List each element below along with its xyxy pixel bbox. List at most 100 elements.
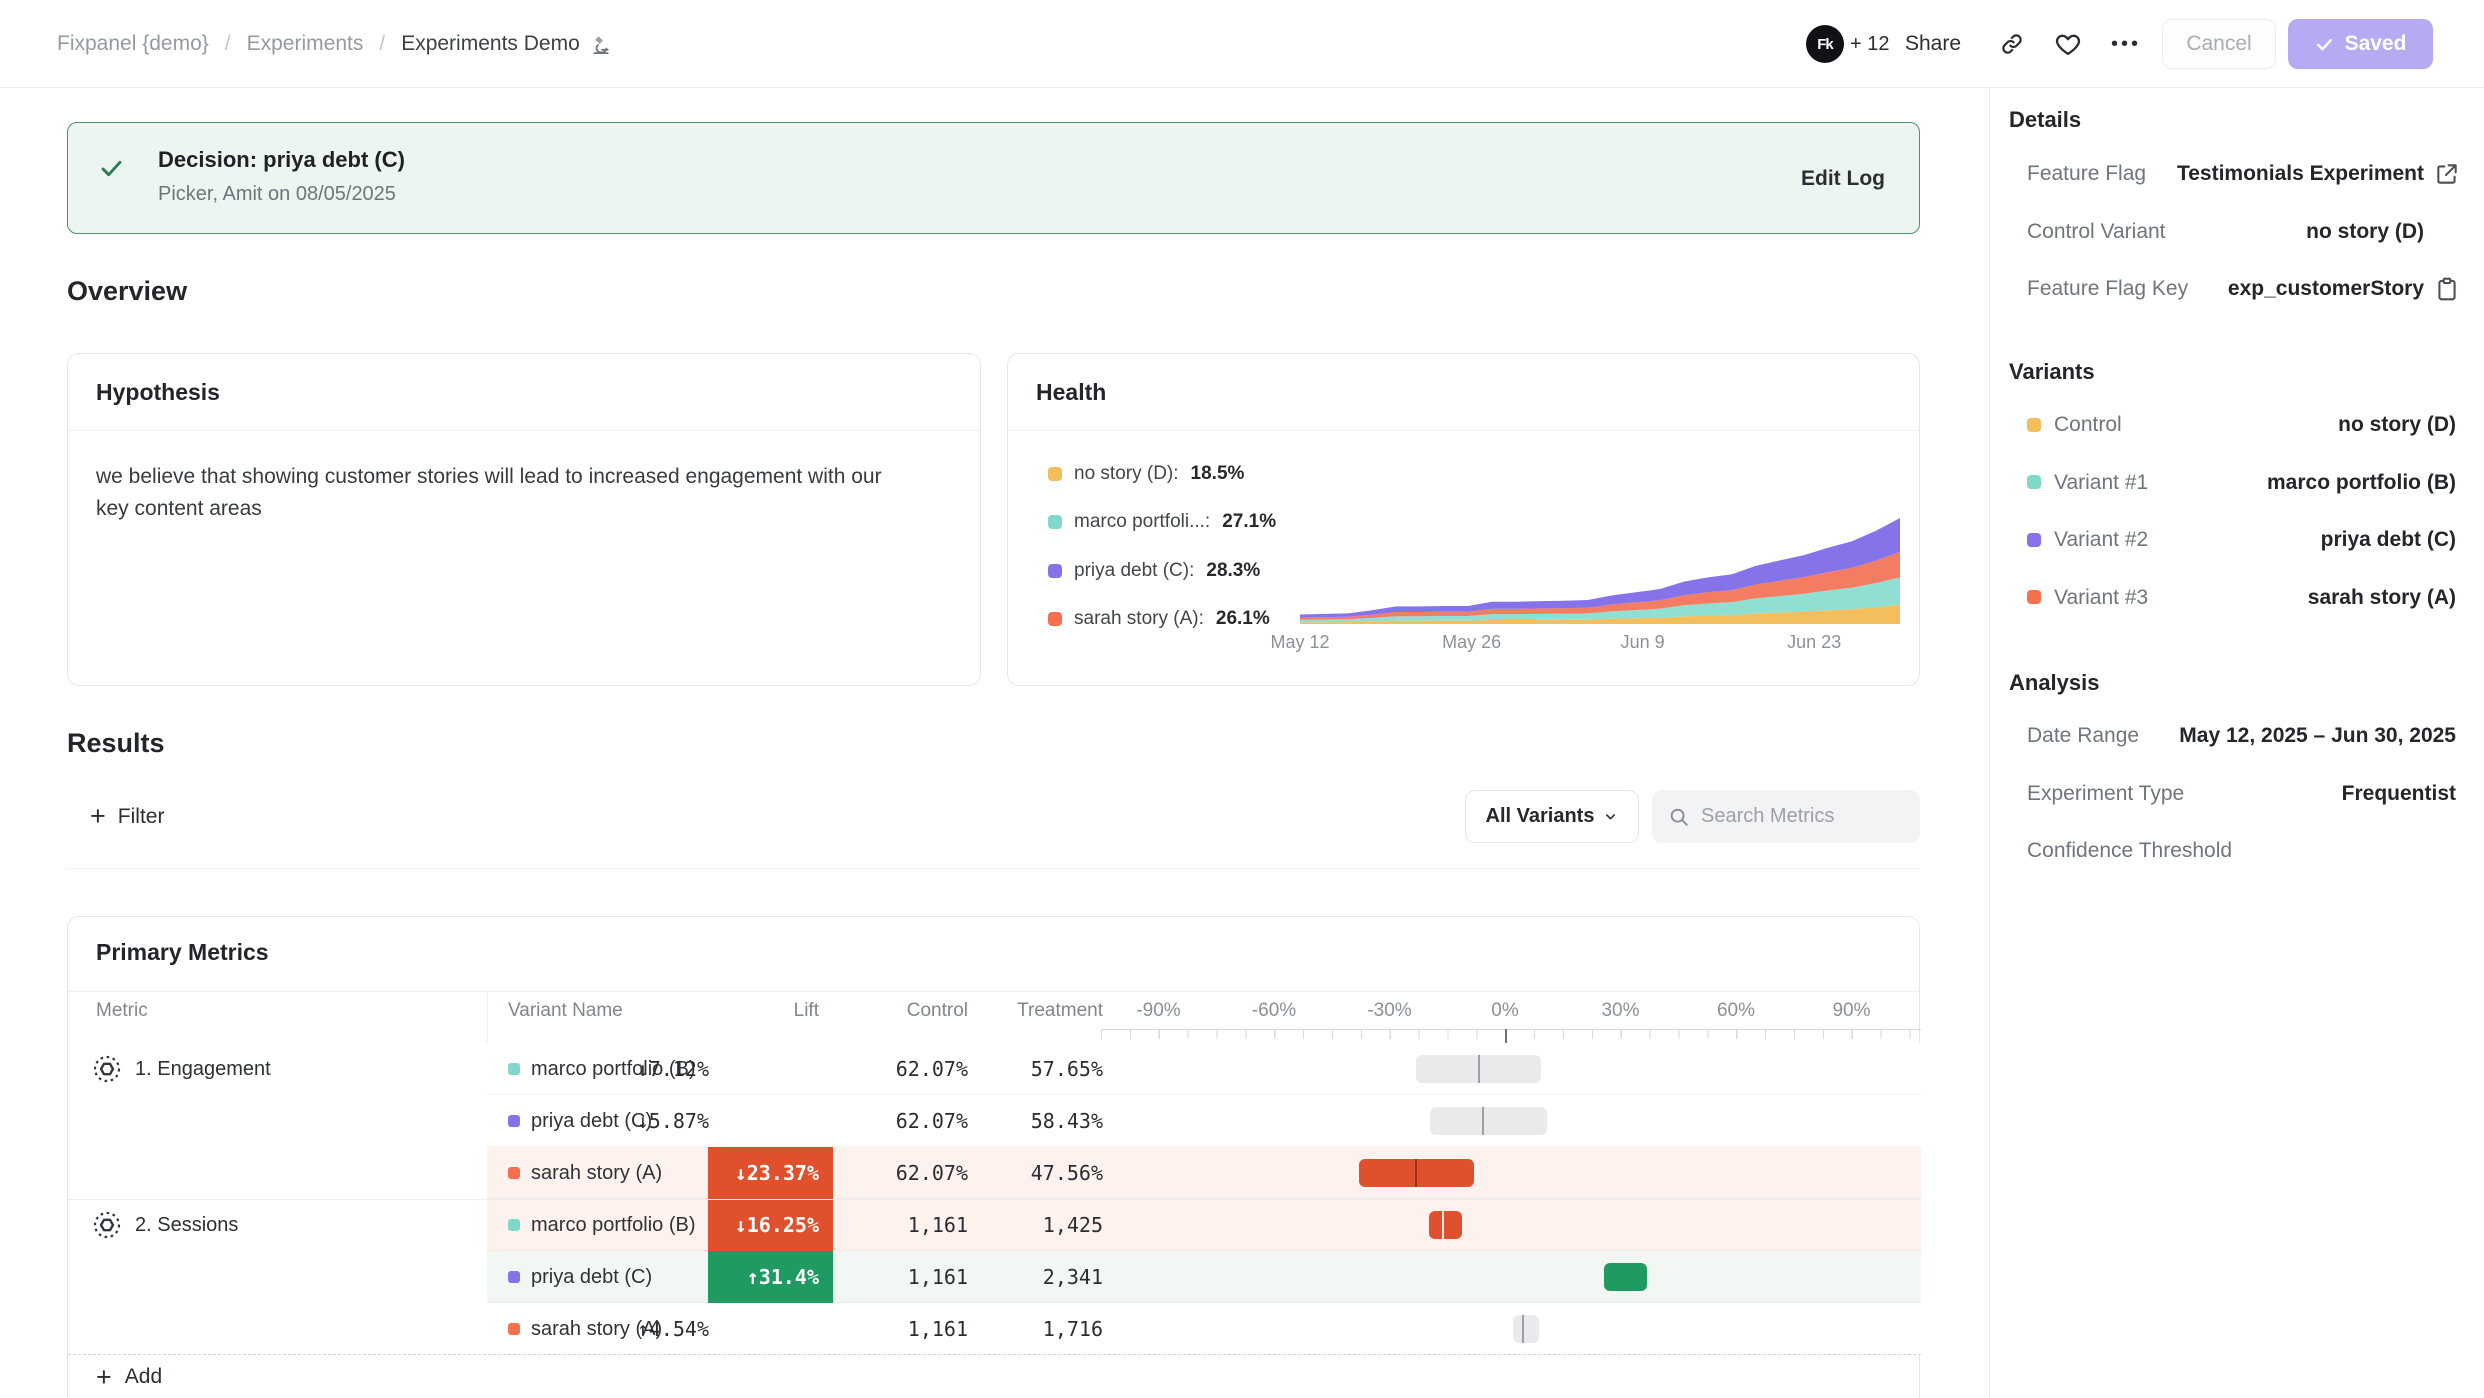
legend-name: priya debt (C):	[1074, 560, 1194, 582]
variants-value: no story (D)	[2338, 396, 2456, 453]
breadcrumb-current[interactable]: Experiments Demo	[401, 32, 613, 56]
table-header-row: Metric Variant Name Lift Control Treatme…	[68, 991, 1919, 1029]
clipboard-icon[interactable]	[2434, 276, 2460, 302]
details-label: Control Variant	[2027, 203, 2166, 260]
variants-row: Variant #2priya debt (C)	[2027, 511, 2456, 568]
variants-row: Variant #3 sarah story (A)	[2027, 569, 2456, 626]
avatar-more-count[interactable]: + 12	[1850, 0, 1889, 88]
control-value: 62.07%	[868, 1095, 968, 1147]
variants-heading: Variants	[2009, 352, 2095, 392]
legend-name: marco portfoli...:	[1074, 511, 1210, 533]
copy-link-icon[interactable]	[1999, 0, 2025, 88]
treatment-value: 1,716	[998, 1303, 1103, 1355]
external-link-icon[interactable]	[2434, 161, 2460, 187]
microscope-icon	[590, 33, 613, 56]
legend-name: no story (D):	[1074, 463, 1179, 485]
treatment-value: 57.65%	[998, 1043, 1103, 1095]
top-bar: Fixpanel {demo} / Experiments / Experime…	[0, 0, 2484, 88]
variant-name-cell: sarah story (A)	[508, 1147, 662, 1199]
favorite-heart-icon[interactable]	[2054, 0, 2082, 88]
variants-row: Variant #1marco portfolio (B)	[2027, 454, 2456, 511]
lift-value-highlighted: ↓23.37%	[708, 1147, 833, 1199]
table-row: sarah story (A)↓23.37%62.07%47.56%	[487, 1147, 1921, 1199]
details-label: Feature Flag Key	[2027, 260, 2188, 317]
hypothesis-title: Hypothesis	[68, 354, 980, 431]
metric-label: 1. Engagement	[135, 1058, 271, 1081]
decision-check-icon	[98, 155, 125, 182]
share-button[interactable]: Share	[1905, 0, 1961, 88]
variant-swatch	[508, 1219, 520, 1231]
breadcrumb-experiments[interactable]: Experiments	[247, 32, 364, 56]
col-variant-name: Variant Name	[508, 992, 623, 1030]
variants-label: Variant #3	[2027, 569, 2148, 626]
confidence-interval-bar	[1429, 1211, 1462, 1239]
analysis-label: Date Range	[2027, 707, 2139, 764]
variant-name: marco portfolio (B)	[531, 1214, 696, 1237]
col-treatment: Treatment	[998, 992, 1103, 1030]
variant-swatch	[508, 1063, 520, 1075]
lift-axis-tick-label: -60%	[1252, 992, 1296, 1030]
legend-value: 18.5%	[1191, 463, 1245, 485]
lift-axis-tick-label: -30%	[1367, 992, 1411, 1030]
search-metrics-input[interactable]	[1701, 805, 1901, 828]
lift-marker	[1522, 1315, 1524, 1343]
lift-marker	[1482, 1107, 1484, 1135]
cancel-button[interactable]: Cancel	[2162, 19, 2276, 69]
avatar[interactable]: Fk	[1806, 25, 1844, 63]
variant-name-cell: marco portfolio (B)	[508, 1199, 696, 1251]
table-row: marco portfolio (B)↓16.25%1,1611,425	[487, 1199, 1921, 1251]
lift-value: ↓5.87%	[583, 1095, 723, 1147]
col-metric: Metric	[96, 992, 148, 1030]
control-value: 62.07%	[868, 1147, 968, 1199]
breadcrumb-project[interactable]: Fixpanel {demo}	[57, 32, 209, 56]
details-value: exp_customerStory	[2228, 260, 2424, 317]
check-icon	[2315, 35, 2334, 54]
details-row: Feature FlagTestimonials Experiment	[2027, 145, 2456, 202]
variants-label: Variant #1	[2027, 454, 2148, 511]
details-value: Testimonials Experiment	[2177, 145, 2424, 202]
more-options-icon[interactable]: •••	[2111, 0, 2141, 88]
legend-item: sarah story (A):26.1%	[1048, 607, 1270, 631]
lift-axis-tick-label: -90%	[1136, 992, 1180, 1030]
decision-banner: Decision: priya debt (C) Picker, Amit on…	[67, 122, 1920, 234]
add-filter-button[interactable]: + Filter	[90, 790, 164, 843]
col-lift: Lift	[664, 992, 819, 1030]
all-variants-dropdown[interactable]: All Variants	[1465, 790, 1639, 843]
analysis-row: Experiment TypeFrequentist	[2027, 765, 2456, 822]
lift-marker	[1415, 1159, 1417, 1187]
legend-item: priya debt (C):28.3%	[1048, 559, 1260, 583]
x-axis-tick-label: Jun 23	[1787, 632, 1841, 653]
control-value: 1,161	[868, 1251, 968, 1303]
main-content: Decision: priya debt (C) Picker, Amit on…	[0, 88, 1990, 1398]
table-row: priya debt (C)↓5.87%62.07%58.43%	[487, 1095, 1921, 1147]
results-heading: Results	[67, 728, 165, 759]
details-sidebar: Details Feature FlagTestimonials Experim…	[1991, 88, 2484, 1398]
treatment-value: 1,425	[998, 1199, 1103, 1251]
control-value: 1,161	[868, 1303, 968, 1355]
variants-value: sarah story (A)	[2308, 569, 2456, 626]
lift-axis-ruler	[1101, 1029, 1921, 1042]
add-metric-button[interactable]: + Add	[96, 1354, 162, 1398]
variant-swatch	[508, 1323, 520, 1335]
details-value: no story (D)	[2306, 203, 2424, 260]
edit-log-button[interactable]: Edit Log	[1801, 123, 1885, 235]
treatment-value: 2,341	[998, 1251, 1103, 1303]
variant-swatch	[2027, 418, 2041, 432]
lift-marker	[1442, 1211, 1444, 1239]
saved-button[interactable]: Saved	[2288, 19, 2433, 69]
lift-value: ↑4.54%	[583, 1303, 723, 1355]
plus-icon: +	[90, 803, 106, 830]
x-axis-tick-label: May 26	[1442, 632, 1501, 653]
overview-heading: Overview	[67, 276, 187, 307]
metric-goal-icon	[92, 1210, 122, 1240]
variant-swatch	[508, 1271, 520, 1283]
breadcrumb-separator: /	[379, 32, 385, 56]
control-value: 1,161	[868, 1199, 968, 1251]
lift-axis-tick-label: 90%	[1832, 992, 1870, 1030]
legend-swatch	[1048, 467, 1062, 481]
metric-label: 2. Sessions	[135, 1214, 238, 1237]
legend-swatch	[1048, 612, 1062, 626]
legend-swatch	[1048, 515, 1062, 529]
lift-marker	[1478, 1055, 1480, 1083]
health-card: Health no story (D):18.5%marco portfoli.…	[1007, 353, 1920, 686]
